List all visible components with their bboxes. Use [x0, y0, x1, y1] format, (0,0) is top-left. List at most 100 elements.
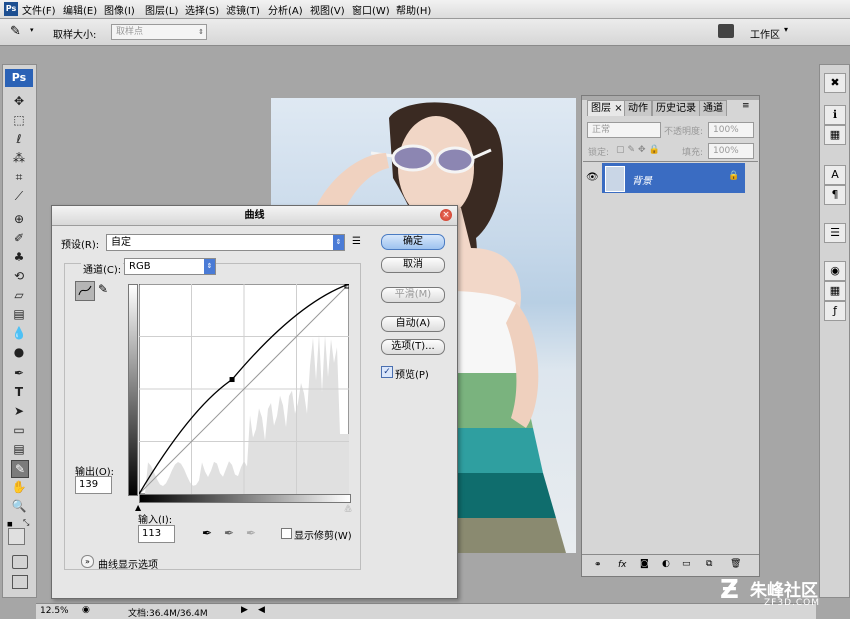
- styles-icon[interactable]: ƒ: [824, 301, 846, 321]
- dodge-icon[interactable]: ●: [11, 344, 27, 360]
- menu-image[interactable]: 图像(I): [104, 2, 135, 17]
- workspace-arrow-icon[interactable]: ▾: [784, 25, 788, 34]
- gradient-icon[interactable]: ▤: [11, 306, 27, 322]
- menu-window[interactable]: 窗口(W): [352, 2, 390, 17]
- preset-options-icon[interactable]: ☰: [352, 236, 361, 247]
- layer-comps-icon[interactable]: ☰: [824, 223, 846, 243]
- lock-icons[interactable]: ▢✎✥🔒: [616, 145, 663, 155]
- menu-layer[interactable]: 图层(L): [145, 2, 178, 17]
- screen-mode-icon[interactable]: [12, 575, 28, 589]
- options-button[interactable]: 选项(T)...: [381, 339, 445, 355]
- show-clipping-checkbox[interactable]: [281, 528, 292, 539]
- lasso-icon[interactable]: ℓ: [11, 131, 27, 147]
- eyedropper-tool-icon[interactable]: ✎: [11, 460, 29, 478]
- fill-input[interactable]: 100%: [708, 143, 754, 159]
- app-icon[interactable]: Ps: [4, 2, 18, 16]
- black-eyedropper-icon[interactable]: ✒: [202, 526, 212, 540]
- menu-analysis[interactable]: 分析(A): [268, 2, 303, 17]
- cancel-button[interactable]: 取消: [381, 257, 445, 273]
- input-input[interactable]: 113: [138, 525, 175, 543]
- menu-select[interactable]: 选择(S): [185, 2, 219, 17]
- tab-history[interactable]: 历史记录: [652, 100, 700, 116]
- link-layers-icon[interactable]: ⚭: [594, 560, 602, 570]
- channel-select[interactable]: RGB ⇕: [124, 258, 216, 275]
- menu-help[interactable]: 帮助(H): [396, 2, 431, 17]
- shape-icon[interactable]: ▭: [11, 422, 27, 438]
- character-icon[interactable]: A: [824, 165, 846, 185]
- adjustment-icon[interactable]: ◐: [662, 559, 670, 569]
- foreground-color-swatch[interactable]: [8, 528, 25, 545]
- expand-chevron-icon[interactable]: »: [81, 555, 94, 568]
- menu-edit[interactable]: 编辑(E): [63, 2, 97, 17]
- curve-control-point[interactable]: [229, 377, 235, 383]
- preset-select[interactable]: 自定 ⇕: [106, 234, 345, 251]
- panel-menu-icon[interactable]: ≡: [742, 101, 750, 111]
- tab-channels[interactable]: 通道: [699, 100, 727, 116]
- quick-mask-icon[interactable]: [12, 555, 28, 569]
- default-colors-icon[interactable]: ◼: [7, 520, 15, 528]
- swatches-icon[interactable]: ▦: [824, 281, 846, 301]
- slice-icon[interactable]: ⟋: [11, 188, 27, 204]
- mask-icon[interactable]: ◙: [640, 559, 649, 569]
- crop-icon[interactable]: ⌗: [11, 169, 27, 185]
- info-icon[interactable]: ℹ: [824, 105, 846, 125]
- status-arrow-icon[interactable]: ▶: [241, 605, 248, 615]
- navigator-icon[interactable]: ✖: [824, 73, 846, 93]
- close-icon[interactable]: ×: [614, 103, 622, 114]
- group-icon[interactable]: ▭: [682, 559, 691, 569]
- swap-colors-icon[interactable]: ⤡: [23, 518, 29, 528]
- trash-icon[interactable]: 🗑: [730, 559, 741, 569]
- layer-thumbnail: [605, 166, 625, 192]
- marquee-icon[interactable]: ⬚: [11, 112, 27, 128]
- blend-mode-select[interactable]: 正常: [587, 122, 661, 138]
- fx-icon[interactable]: fx: [618, 560, 627, 570]
- brush-icon[interactable]: ✐: [11, 230, 27, 246]
- curve-graph[interactable]: [139, 284, 349, 494]
- output-input[interactable]: 139: [75, 476, 112, 494]
- menu-file[interactable]: 文件(F): [22, 2, 56, 17]
- paragraph-icon[interactable]: ¶: [824, 185, 846, 205]
- auto-button[interactable]: 自动(A): [381, 316, 445, 332]
- history-brush-icon[interactable]: ⟲: [11, 268, 27, 284]
- type-icon[interactable]: T: [11, 384, 27, 400]
- opacity-input[interactable]: 100%: [708, 122, 754, 138]
- visibility-eye-icon[interactable]: 👁: [586, 172, 599, 183]
- bridge-icon[interactable]: [718, 24, 734, 38]
- tool-preset-arrow-icon[interactable]: ▾: [30, 26, 34, 34]
- tab-layers[interactable]: 图层 ×: [587, 100, 627, 116]
- layer-row-background[interactable]: 背景 🔒: [602, 163, 745, 193]
- eyedropper-icon[interactable]: ✎: [10, 24, 28, 40]
- stamp-icon[interactable]: ♣: [11, 249, 27, 265]
- menu-filter[interactable]: 滤镜(T): [226, 2, 260, 17]
- move-icon[interactable]: ✥: [11, 93, 27, 109]
- gray-eyedropper-icon[interactable]: ✒: [224, 526, 234, 540]
- notes-icon[interactable]: ▤: [11, 441, 27, 457]
- pen-icon[interactable]: ✒: [11, 365, 27, 381]
- curve-display-options-label[interactable]: 曲线显示选项: [98, 556, 158, 571]
- sample-size-select[interactable]: 取样点 ⇕: [111, 24, 207, 40]
- magic-wand-icon[interactable]: ⁂: [11, 150, 27, 166]
- path-select-icon[interactable]: ➤: [11, 403, 27, 419]
- new-layer-icon[interactable]: ⧉: [706, 559, 712, 569]
- zoom-icon[interactable]: 🔍: [11, 498, 27, 514]
- healing-icon[interactable]: ⊕: [11, 211, 27, 227]
- white-eyedropper-icon[interactable]: ✒: [246, 526, 256, 540]
- preview-checkbox[interactable]: ✓: [381, 366, 393, 378]
- scroll-left-icon[interactable]: ◀: [258, 605, 265, 615]
- ok-button[interactable]: 确定: [381, 234, 445, 250]
- eraser-icon[interactable]: ▱: [11, 287, 27, 303]
- tab-actions[interactable]: 动作: [624, 100, 652, 116]
- color-icon[interactable]: ◉: [824, 261, 846, 281]
- workspace-button[interactable]: 工作区: [750, 26, 780, 41]
- close-icon[interactable]: ×: [440, 209, 452, 221]
- menu-view[interactable]: 视图(V): [310, 2, 345, 17]
- opacity-value: 100%: [713, 125, 739, 135]
- smooth-button[interactable]: 平滑(M): [381, 287, 445, 303]
- white-point-slider-icon[interactable]: △: [345, 503, 351, 512]
- curve-point-tool-icon[interactable]: [75, 281, 95, 301]
- hand-icon[interactable]: ✋: [11, 479, 27, 495]
- pencil-tool-icon[interactable]: ✎: [98, 282, 108, 296]
- blur-icon[interactable]: 💧: [11, 325, 27, 341]
- zoom-level[interactable]: 12.5%: [40, 606, 69, 616]
- histogram-icon[interactable]: ▦: [824, 125, 846, 145]
